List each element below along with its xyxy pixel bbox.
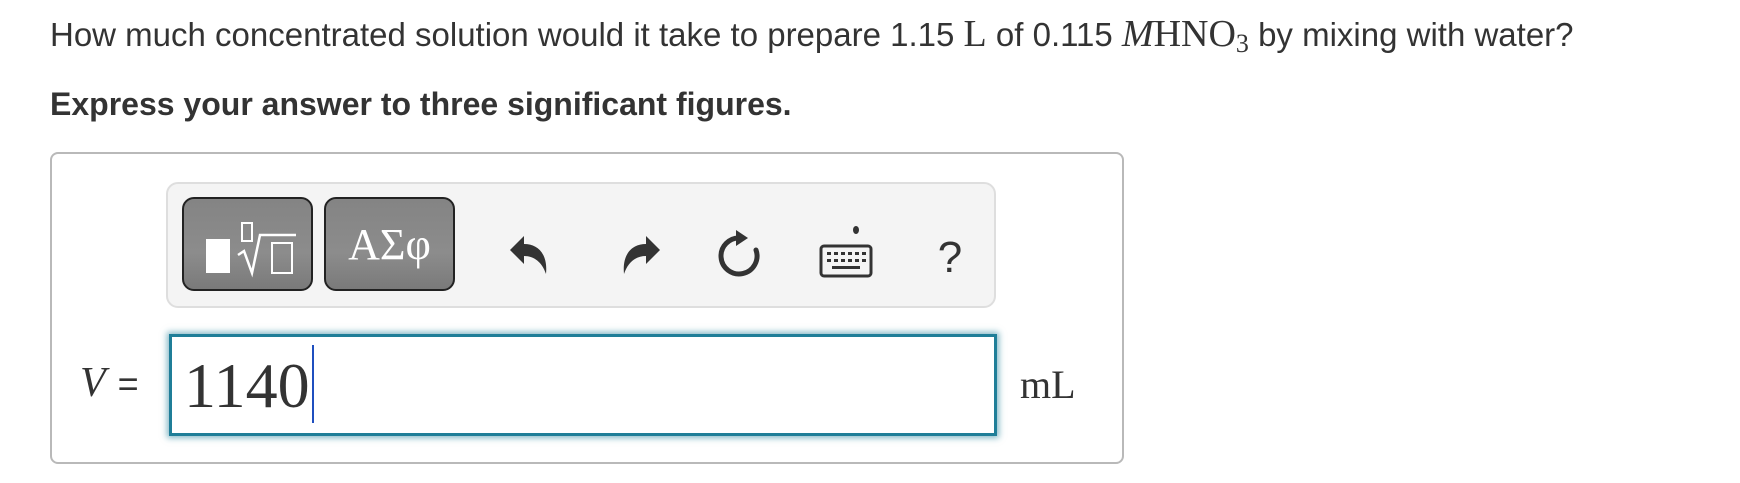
molarity-symbol: M	[1121, 13, 1154, 55]
undo-button[interactable]	[502, 228, 558, 284]
answer-input[interactable]: 1140	[169, 334, 997, 436]
keyboard-icon	[819, 226, 873, 278]
question-part-1: How much concentrated solution would it …	[50, 16, 955, 53]
equals-sign: =	[117, 363, 139, 404]
templates-button[interactable]	[182, 197, 313, 291]
templates-icon	[206, 222, 296, 278]
redo-icon	[623, 236, 660, 274]
volume-unit: L	[963, 13, 987, 55]
variable-label: V =	[80, 358, 139, 409]
compound-subscript: 3	[1235, 29, 1249, 58]
compound-formula: HNO3	[1153, 13, 1249, 58]
reset-button[interactable]	[712, 228, 768, 284]
question-text: How much concentrated solution would it …	[50, 10, 1574, 68]
question-part-3: by mixing with water?	[1258, 16, 1574, 53]
redo-button[interactable]	[612, 228, 668, 284]
answer-value: 1140	[184, 350, 310, 421]
unit-label: mL	[1020, 362, 1076, 407]
text-caret	[311, 345, 314, 423]
variable-symbol: V	[80, 360, 106, 406]
symbols-label: ΑΣφ	[348, 220, 431, 269]
undo-icon	[510, 236, 547, 274]
instruction-text: Express your answer to three significant…	[50, 86, 792, 122]
reset-icon	[718, 230, 760, 277]
question-part-2: of 0.115	[995, 16, 1113, 53]
help-button[interactable]: ?	[930, 230, 970, 286]
keyboard-button[interactable]	[816, 222, 876, 288]
symbols-button[interactable]: ΑΣφ	[324, 197, 455, 291]
answer-value-wrapper: 1140	[184, 345, 314, 423]
compound-main: HNO	[1153, 13, 1236, 55]
